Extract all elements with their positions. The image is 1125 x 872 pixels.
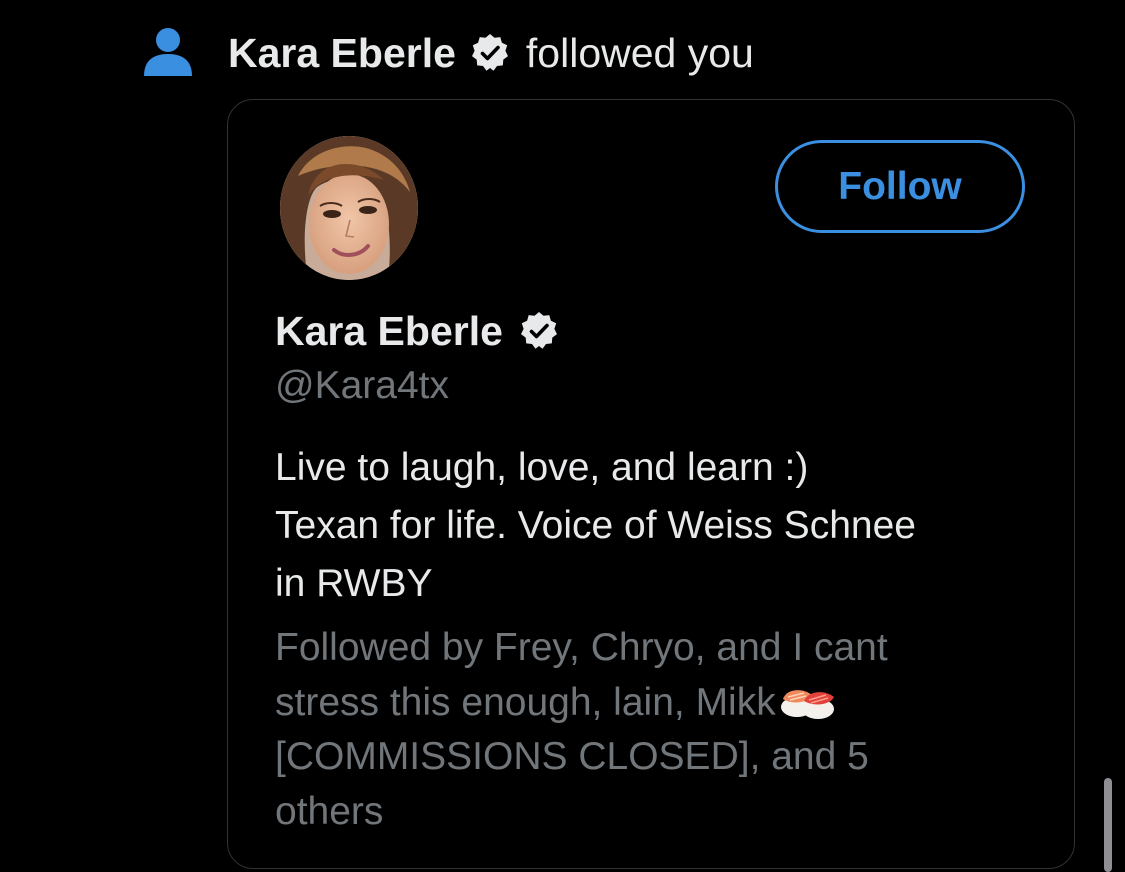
- bio-line: Texan for life. Voice of Weiss Schnee: [275, 504, 916, 547]
- followed-by-line-with-emoji: stress this enough, lain, Mikk: [275, 676, 1055, 731]
- bio-line: Live to laugh, love, and learn :): [275, 446, 809, 489]
- notification-row[interactable]: Kara Eberle followed you: [140, 20, 1100, 90]
- sushi-icon: [780, 689, 834, 719]
- user-handle[interactable]: @Kara4tx: [275, 361, 449, 411]
- scrollbar[interactable]: [1104, 778, 1112, 872]
- followed-by-line: Followed by Frey, Chryo, and I cant: [275, 626, 888, 669]
- followed-by-line: others: [275, 789, 384, 833]
- verified-badge-icon: [471, 34, 508, 71]
- profile-card[interactable]: Follow Kara Eberle @Kara4tx Live to laug…: [227, 99, 1075, 869]
- notification-text: Kara Eberle followed you: [228, 28, 754, 78]
- follow-button[interactable]: Follow: [775, 140, 1025, 233]
- display-name-row: Kara Eberle: [275, 306, 559, 356]
- notification-user-name[interactable]: Kara Eberle: [228, 28, 456, 78]
- notification-action: followed you: [525, 30, 754, 76]
- followed-by[interactable]: Followed by Frey, Chryo, and I cant stre…: [275, 621, 1055, 839]
- verified-badge-icon: [520, 312, 557, 349]
- person-icon: [144, 28, 192, 76]
- bio-line: in RWBY: [275, 562, 433, 605]
- followed-by-line: [COMMISSIONS CLOSED], and 5: [275, 735, 869, 778]
- bio: Live to laugh, love, and learn :) Texan …: [275, 439, 1055, 613]
- display-name[interactable]: Kara Eberle: [275, 306, 503, 356]
- followed-by-line: stress this enough, lain, Mikk: [275, 680, 776, 724]
- avatar[interactable]: [280, 136, 418, 280]
